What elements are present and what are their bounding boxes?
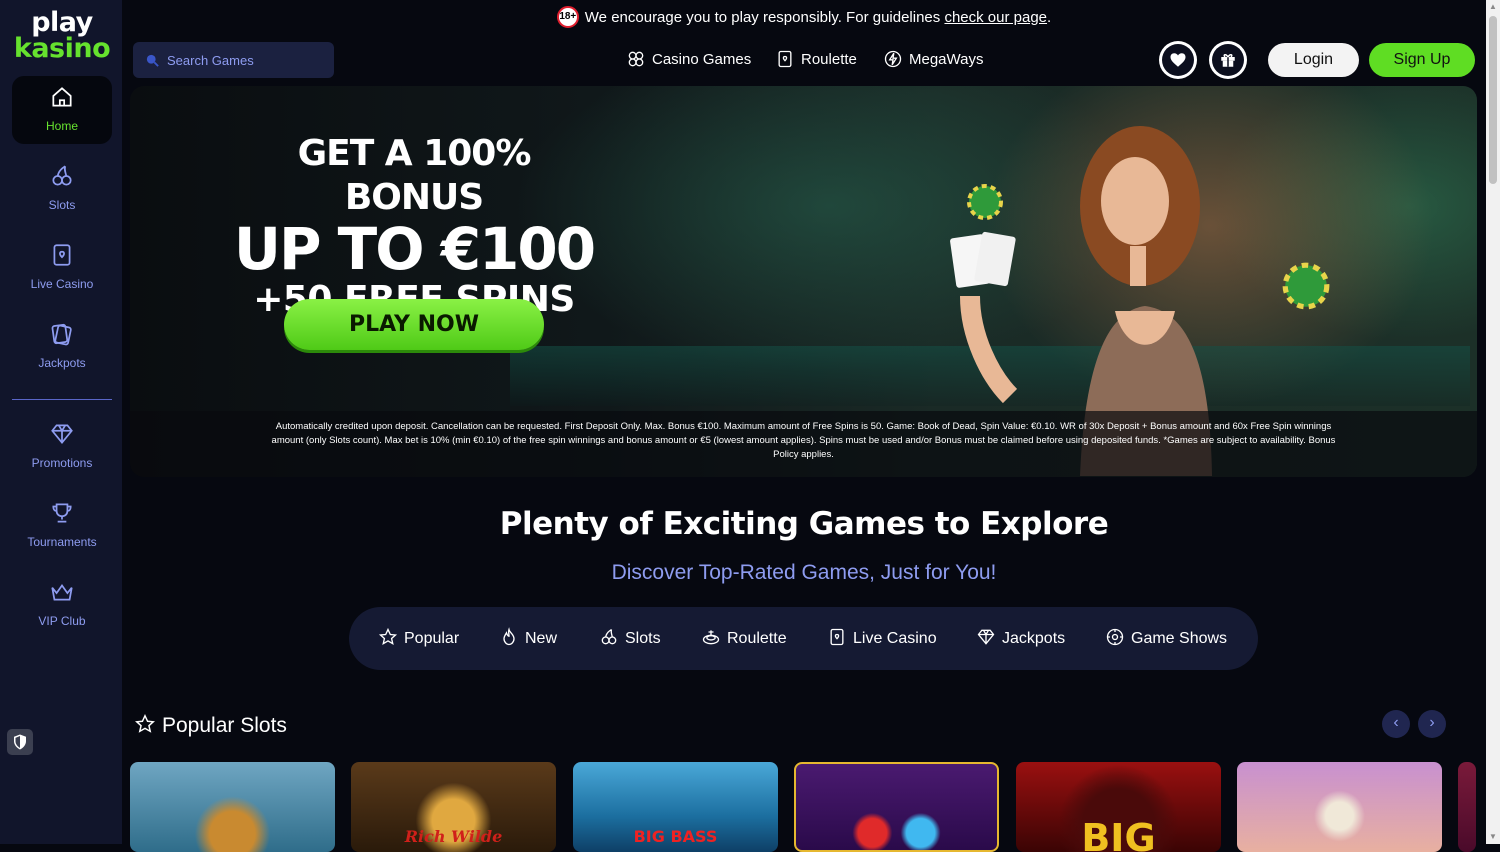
search-input[interactable] — [167, 42, 327, 78]
responsible-suffix: . — [1047, 9, 1052, 26]
megaways-icon — [883, 50, 909, 68]
sidebar-item-label: Jackpots — [38, 356, 86, 370]
home-icon — [12, 84, 112, 114]
star-icon — [134, 714, 162, 737]
cards-stack-icon — [12, 321, 112, 351]
trophy-icon — [12, 500, 112, 530]
tab-slots[interactable]: Slots — [599, 627, 661, 651]
game-tile-rich-wilde-slot[interactable]: Rich Wilde — [351, 762, 556, 852]
diamond-icon — [12, 421, 112, 451]
sidebar-item-jackpots[interactable]: Jackpots — [12, 313, 112, 381]
card-icon — [775, 50, 801, 68]
roulette-icon — [701, 630, 727, 647]
game-tile-caption: BIG — [1081, 816, 1156, 852]
sidebar-item-vip-club[interactable]: VIP Club — [12, 571, 112, 639]
logo-kasino: kasino — [13, 33, 111, 64]
tab-label: Jackpots — [1002, 630, 1066, 647]
age-18-badge: 18+ — [556, 5, 579, 28]
tab-popular[interactable]: Popular — [378, 627, 459, 651]
sidebar-item-label: VIP Club — [38, 614, 86, 628]
diamond-icon — [976, 629, 1002, 647]
sidebar: play kasino Home Slots Live Casino Jackp… — [0, 0, 122, 844]
category-tabs: Popular New Slots Roulette Live Casino J… — [349, 607, 1258, 670]
sidebar-item-tournaments[interactable]: Tournaments — [12, 492, 112, 560]
tab-label: Live Casino — [853, 630, 937, 647]
privacy-shield-button[interactable] — [7, 729, 33, 755]
tab-label: New — [525, 630, 558, 647]
scroll-up-arrow[interactable]: ▲ — [1489, 2, 1497, 12]
popular-slots-heading: Popular Slots — [134, 712, 287, 740]
tab-label: Popular — [404, 630, 460, 647]
card-icon — [827, 629, 853, 647]
gameshow-icon — [1105, 629, 1131, 647]
game-tile-big-bass-slot[interactable]: BIG BASS — [573, 762, 778, 852]
sidebar-item-label: Tournaments — [27, 535, 97, 549]
game-tile-partial[interactable] — [1458, 762, 1476, 852]
scroll-down-arrow[interactable]: ▼ — [1489, 832, 1497, 842]
sidebar-item-slots[interactable]: Slots — [12, 155, 112, 223]
hero-line-1: GET A 100% BONUS — [297, 133, 532, 218]
hero-banner[interactable]: GET A 100% BONUS UP TO €100 +50 FREE SPI… — [130, 86, 1477, 477]
flame-icon — [499, 627, 525, 647]
rewards-button[interactable] — [1209, 41, 1247, 79]
nav-label: MegaWays — [909, 51, 984, 68]
sidebar-item-home[interactable]: Home — [12, 76, 112, 144]
tab-game-shows[interactable]: Game Shows — [1105, 627, 1227, 651]
tab-new[interactable]: New — [499, 627, 557, 651]
card-icon — [12, 242, 112, 272]
page-scrollbar[interactable]: ▲ ▼ — [1486, 0, 1500, 844]
game-tile-gems-slot[interactable] — [794, 762, 999, 852]
star-icon — [378, 628, 404, 647]
bonus-terms: Automatically credited upon deposit. Can… — [130, 411, 1477, 477]
responsible-gaming-bar: 18+ We encourage you to play responsibly.… — [122, 0, 1486, 36]
search-box[interactable] — [133, 42, 334, 78]
tab-label: Roulette — [727, 630, 787, 647]
carousel-prev-button[interactable]: ‹ — [1382, 710, 1410, 738]
hero-headline: GET A 100% BONUS UP TO €100 +50 FREE SPI… — [226, 132, 602, 322]
tab-jackpots[interactable]: Jackpots — [976, 627, 1065, 651]
scrollbar-thumb[interactable] — [1489, 16, 1497, 184]
section-subtitle: Discover Top-Rated Games, Just for You! — [611, 561, 997, 584]
nav-roulette[interactable]: Roulette — [775, 48, 857, 72]
logo[interactable]: play kasino — [12, 9, 112, 68]
nav-casino-games[interactable]: Casino Games — [626, 48, 751, 72]
chip-icon — [1282, 262, 1330, 310]
game-tile-fishing-slot[interactable] — [130, 762, 335, 852]
cherry-icon — [599, 629, 625, 647]
tab-label: Game Shows — [1131, 630, 1228, 647]
game-tile-big-slot[interactable]: BIG — [1016, 762, 1221, 852]
signup-button[interactable]: Sign Up — [1369, 43, 1475, 77]
responsible-text: We encourage you to play responsibly. Fo… — [584, 9, 945, 26]
sidebar-item-label: Promotions — [31, 456, 93, 470]
favorites-button[interactable] — [1159, 41, 1197, 79]
login-button[interactable]: Login — [1268, 43, 1359, 77]
nav-megaways[interactable]: MegaWays — [883, 48, 983, 72]
tab-label: Slots — [625, 630, 661, 647]
sidebar-item-label: Live Casino — [30, 277, 94, 291]
carousel-next-button[interactable]: › — [1418, 710, 1446, 738]
crown-icon — [12, 579, 112, 609]
nav-label: Roulette — [801, 51, 857, 68]
play-now-button[interactable]: PLAY NOW — [284, 299, 544, 350]
game-tile-zeus-slot[interactable] — [1237, 762, 1442, 852]
sidebar-item-label: Home — [45, 119, 78, 133]
guidelines-link[interactable]: check our page — [944, 9, 1047, 26]
sidebar-item-label: Slots — [48, 198, 76, 212]
popular-slots-title: Popular Slots — [162, 714, 287, 737]
clover-icon — [626, 51, 652, 68]
tab-roulette[interactable]: Roulette — [701, 627, 787, 651]
tab-live-casino[interactable]: Live Casino — [827, 627, 937, 651]
sidebar-item-promotions[interactable]: Promotions — [12, 413, 112, 481]
sidebar-divider — [12, 399, 112, 400]
nav-label: Casino Games — [652, 51, 752, 68]
game-tile-caption: BIG BASS — [633, 827, 718, 846]
sidebar-item-live-casino[interactable]: Live Casino — [12, 234, 112, 302]
section-title: Plenty of Exciting Games to Explore — [499, 506, 1109, 542]
game-tile-caption: Rich Wilde — [404, 827, 503, 846]
hero-line-2: UP TO €100 — [233, 215, 596, 283]
shield-icon — [7, 734, 33, 759]
chip-icon — [967, 184, 1003, 220]
cherry-icon — [12, 163, 112, 193]
